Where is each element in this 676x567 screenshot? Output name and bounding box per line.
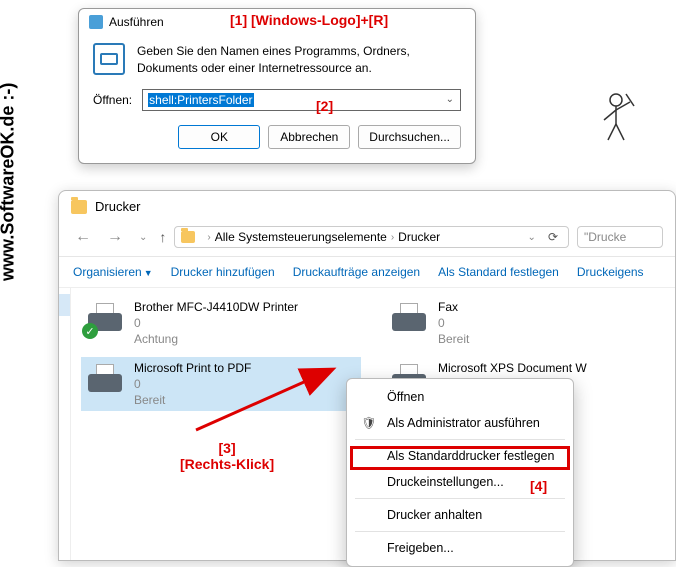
run-description: Geben Sie den Namen eines Programms, Ord…: [137, 43, 461, 77]
toolbar-add-printer[interactable]: Drucker hinzufügen: [171, 265, 275, 279]
separator: [355, 439, 565, 440]
browse-button[interactable]: Durchsuchen...: [358, 125, 461, 149]
run-icon: [89, 15, 103, 29]
blank-icon: [361, 507, 377, 523]
ctx-open[interactable]: Öffnen: [347, 384, 573, 410]
ctx-set-default[interactable]: Als Standarddrucker festlegen: [347, 443, 573, 469]
toolbar-set-default[interactable]: Als Standard festlegen: [438, 265, 559, 279]
sidebar-item[interactable]: Desktop📌: [59, 316, 71, 336]
blank-icon: [361, 540, 377, 556]
printer-count: 0: [134, 376, 251, 392]
dropdown-caret-icon[interactable]: ⌄: [446, 94, 454, 105]
run-input-value: shell:PrintersFolder: [148, 93, 253, 107]
context-menu: Öffnen 🛡Als Administrator ausführen Als …: [346, 378, 574, 567]
sidebar-item[interactable]: Downloads📌: [59, 336, 71, 356]
sidebar-item[interactable]: [59, 476, 71, 484]
ctx-run-as-admin[interactable]: 🛡Als Administrator ausführen: [347, 410, 573, 436]
folder-icon: [71, 200, 87, 214]
printer-icon: [84, 360, 126, 398]
blank-icon: [361, 474, 377, 490]
chevron-down-icon[interactable]: ⌄: [524, 232, 540, 243]
annotation-2: [2]: [316, 98, 333, 114]
sidebar-item[interactable]: OneDrive: [59, 484, 71, 504]
decorative-figure-icon: [594, 90, 638, 142]
nav-bar: ← → ⌄ ↑ › Alle Systemsteuerungselemente …: [59, 222, 675, 257]
ctx-share[interactable]: Freigeben...: [347, 535, 573, 561]
breadcrumb-item[interactable]: Drucker: [398, 230, 440, 244]
toolbar: Organisieren▼ Drucker hinzufügen Druckau…: [59, 257, 675, 288]
run-big-icon: [93, 43, 125, 75]
address-bar[interactable]: › Alle Systemsteuerungselemente › Drucke…: [174, 226, 569, 248]
chevron-right-icon: ›: [391, 232, 394, 243]
sidebar-item[interactable]: 1📌: [59, 396, 71, 416]
run-dialog: Ausführen Geben Sie den Namen eines Prog…: [78, 8, 476, 164]
sidebar-item[interactable]: ★Schnellzugriff: [59, 294, 71, 316]
toolbar-view-jobs[interactable]: Druckaufträge anzeigen: [293, 265, 420, 279]
window-titlebar: Drucker: [59, 191, 675, 222]
blank-icon: [361, 389, 377, 405]
sidebar-item[interactable]: Bin📌: [59, 436, 71, 456]
toolbar-organize[interactable]: Organisieren▼: [73, 265, 153, 279]
ok-button[interactable]: OK: [178, 125, 260, 149]
sidebar-item[interactable]: Bilder📌: [59, 376, 71, 396]
printer-icon: [388, 299, 430, 337]
search-input[interactable]: "Drucke: [577, 226, 663, 248]
printer-icon: ✓: [84, 299, 126, 337]
printer-count: 0: [438, 315, 469, 331]
printer-name: Microsoft Print to PDF: [134, 360, 251, 376]
refresh-icon[interactable]: ⟳: [544, 230, 562, 244]
printer-status: Achtung: [134, 331, 298, 347]
breadcrumb-item[interactable]: Alle Systemsteuerungselemente: [215, 230, 387, 244]
sidebar-item[interactable]: Dokumente📌: [59, 356, 71, 376]
up-button[interactable]: ↑: [159, 229, 166, 245]
separator: [355, 531, 565, 532]
annotation-3: [3] [Rechts-Klick]: [180, 440, 274, 472]
printer-item[interactable]: Fax0Bereit: [385, 296, 665, 351]
printer-name: Fax: [438, 299, 469, 315]
blank-icon: [361, 448, 377, 464]
shield-icon: 🛡: [361, 415, 377, 431]
ctx-pause[interactable]: Drucker anhalten: [347, 502, 573, 528]
printer-count: 0: [134, 315, 298, 331]
printer-status: Bereit: [438, 331, 469, 347]
sidebar-item[interactable]: Desktop📌: [59, 456, 71, 476]
separator: [355, 498, 565, 499]
folder-icon: [181, 231, 195, 243]
printer-item[interactable]: Microsoft Print to PDF0Bereit: [81, 357, 361, 412]
back-button[interactable]: ←: [71, 226, 95, 248]
watermark-text: www.SoftwareOK.de :-): [0, 82, 19, 280]
annotation-1: [1] [Windows-Logo]+[R]: [230, 12, 388, 28]
printer-status: Bereit: [134, 392, 251, 408]
run-title-text: Ausführen: [109, 15, 164, 29]
recent-caret-icon[interactable]: ⌄: [135, 230, 151, 245]
window-title: Drucker: [95, 199, 141, 214]
check-badge-icon: ✓: [82, 323, 98, 339]
printer-item[interactable]: ✓ Brother MFC-J4410DW Printer0Achtung: [81, 296, 361, 351]
printer-name: Brother MFC-J4410DW Printer: [134, 299, 298, 315]
forward-button[interactable]: →: [103, 226, 127, 248]
printer-name: Microsoft XPS Document W: [438, 360, 587, 376]
chevron-right-icon: ›: [207, 232, 210, 243]
sidebar-item[interactable]: Bin📌: [59, 416, 71, 436]
run-input[interactable]: shell:PrintersFolder ⌄: [142, 89, 461, 111]
run-open-label: Öffnen:: [93, 93, 132, 107]
annotation-4: [4]: [530, 478, 547, 494]
sidebar: ★SchnellzugriffDesktop📌Downloads📌Dokumen…: [59, 288, 71, 561]
toolbar-properties[interactable]: Druckeigens: [577, 265, 644, 279]
cancel-button[interactable]: Abbrechen: [268, 125, 350, 149]
